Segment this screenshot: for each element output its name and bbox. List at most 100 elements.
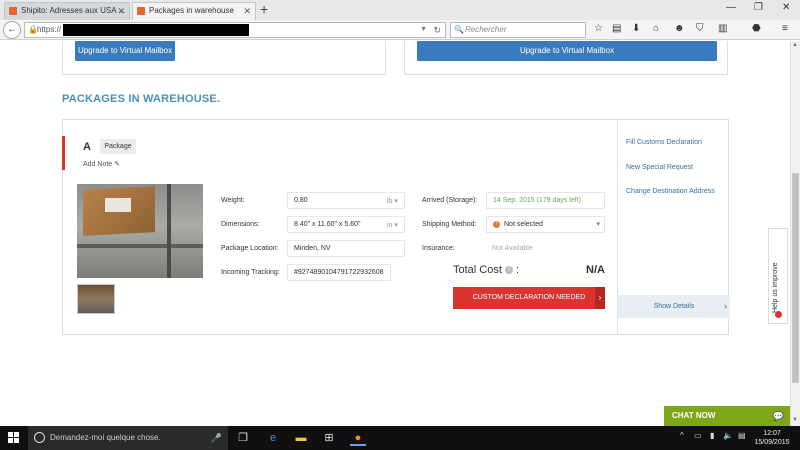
edge-browser-icon[interactable]: e [265,430,281,446]
bookmark-star-icon[interactable]: ☆ [594,23,603,34]
lock-icon: 🔒 [28,25,38,34]
pocket-icon[interactable]: ⛉ [696,23,704,34]
package-card: A Package Add Note ✎ Weight: 0.80 lb ▾ D… [62,119,730,335]
new-special-request-link[interactable]: New Special Request [626,164,693,171]
add-note-link[interactable]: Add Note ✎ [83,160,120,168]
change-destination-link[interactable]: Change Destination Address [626,188,715,195]
help-tab-label: Help us improve [772,262,779,313]
package-photo[interactable] [77,184,203,278]
chat-bubble-icon: 💬 [772,411,784,421]
dropdown-arrow-icon[interactable]: ▼ [420,23,427,37]
custom-declaration-button[interactable]: CUSTOM DECLARATION NEEDED › [453,287,605,309]
location-label: Package Location: [221,245,279,252]
search-icon: 🔍 [454,25,464,34]
store-icon[interactable]: ⊞ [321,430,337,446]
weight-value: 0.80 [294,197,308,204]
tab-label: Packages in warehouse [149,6,234,15]
info-icon[interactable]: i [504,266,513,275]
minimize-icon[interactable]: — [726,2,736,13]
tray-up-arrow-icon[interactable]: ^ [680,431,684,440]
photo-label [105,198,131,212]
shipping-method-value: Not selected [504,221,543,228]
tab-label: Shipito: Adresses aux USA ... [21,6,126,15]
search-input[interactable]: 🔍 Rechercher [450,22,586,38]
scrollbar-thumb[interactable] [792,173,799,383]
upgrade-mailbox-button[interactable]: Upgrade to Virtual Mailbox [75,41,175,61]
custom-declaration-label: CUSTOM DECLARATION NEEDED [472,294,586,301]
show-details-button[interactable]: Show Details › [618,295,730,318]
reading-list-icon[interactable]: ▤ [612,23,621,34]
arrived-field: 14 Sep. 2015 (179 days left) [486,192,605,209]
download-icon[interactable]: ⬇ [632,23,640,34]
restore-icon[interactable]: ❐ [754,2,763,13]
chevron-right-icon: › [724,301,727,311]
volume-icon[interactable]: 🔈 [723,431,733,440]
windows-start-icon[interactable] [8,432,20,444]
upgrade-mailbox-button[interactable]: Upgrade to Virtual Mailbox [417,41,717,61]
firefox-icon[interactable]: ● [350,430,366,446]
shipping-method-label: Shipping Method: [422,221,477,228]
warning-icon: ! [493,220,500,228]
total-cost-value: N/A [586,264,605,276]
reload-icon[interactable]: ↻ [433,23,441,37]
clipboard-icon[interactable]: ▥ [718,23,727,34]
file-explorer-icon[interactable]: ▬ [293,430,309,446]
url-bar[interactable]: 🔒 https:// ▼ ↻ [24,22,446,38]
weight-unit-select[interactable]: lb ▾ [387,197,398,205]
package-photo-thumbnail[interactable] [77,284,115,314]
task-view-icon[interactable]: ❐ [235,430,251,446]
insurance-label: Insurance: [422,245,455,252]
language-icon[interactable]: ▤ [738,431,746,440]
chevron-down-icon: ▾ [596,221,600,228]
cortana-search-input[interactable]: Demandez-moi quelque chose. 🎤 [28,426,228,450]
system-clock[interactable]: 12:07 15/09/2015 [752,429,792,447]
tab-shipito[interactable]: Shipito: Adresses aux USA ... ✕ [4,2,130,20]
upgrade-card-right: Upgrade to Virtual Mailbox [404,41,728,75]
menu-icon[interactable]: ≡ [782,23,788,34]
weight-label: Weight: [221,197,245,204]
scroll-down-icon[interactable]: ▼ [792,417,798,423]
help-us-improve-tab[interactable]: Help us improve [768,228,788,324]
back-icon[interactable]: ← [3,21,21,39]
feedback-icon [775,311,782,318]
chat-bubble-icon[interactable]: ☻ [674,23,685,34]
chevron-right-icon: › [595,287,605,309]
alert-indicator [62,136,65,170]
tracking-label: Incoming Tracking: [221,269,280,276]
network-icon[interactable]: ▭ [694,431,702,440]
close-window-icon[interactable]: ✕ [782,2,790,13]
arrived-label: Arrived (Storage): [422,197,478,204]
fill-customs-link[interactable]: Fill Customs Declaration [626,139,702,146]
close-tab-icon[interactable]: ✕ [243,3,251,19]
shipping-method-select[interactable]: ! Not selected ▾ [486,216,605,233]
insurance-value: Not Available [492,245,533,252]
section-title: PACKAGES IN WAREHOUSE. [62,93,221,105]
page-scrollbar[interactable]: ▲ ▼ [790,41,800,426]
page-content: Upgrade to Virtual Mailbox Upgrade to Vi… [0,41,790,426]
show-details-label: Show Details [653,303,695,310]
photo-rail [167,184,171,278]
location-value: Minden, NV [294,245,331,252]
new-tab-icon[interactable]: + [260,1,268,17]
microphone-icon[interactable]: 🎤 [211,426,222,450]
scroll-up-icon[interactable]: ▲ [792,42,798,48]
dimensions-unit-select[interactable]: in ▾ [387,221,398,229]
photo-rail [77,244,203,248]
clock-time: 12:07 [763,430,781,437]
chat-now-button[interactable]: CHAT NOW 💬 [664,406,790,426]
package-actions-pane: Fill Customs Declaration New Special Req… [617,120,730,334]
battery-icon[interactable]: ▮ [710,431,714,440]
home-icon[interactable]: ⌂ [653,23,659,34]
navigation-toolbar: ← 🔒 https:// ▼ ↻ 🔍 Rechercher ☆ ▤ ⬇ ⌂ ☻ … [0,20,800,40]
cortana-icon [34,432,45,443]
tab-packages[interactable]: Packages in warehouse ✕ [132,2,256,20]
total-cost-label: Total Cost i : [453,264,520,276]
close-tab-icon[interactable]: ✕ [117,3,125,19]
redacted-url [63,24,249,36]
clock-date: 15/09/2015 [754,439,790,446]
dimensions-label: Dimensions: [221,221,260,228]
cortana-placeholder: Demandez-moi quelque chose. [50,433,161,442]
upgrade-card-left: Upgrade to Virtual Mailbox [62,41,386,75]
package-type-badge: Package [100,139,136,154]
adblock-icon[interactable]: ⬣ [752,23,761,34]
